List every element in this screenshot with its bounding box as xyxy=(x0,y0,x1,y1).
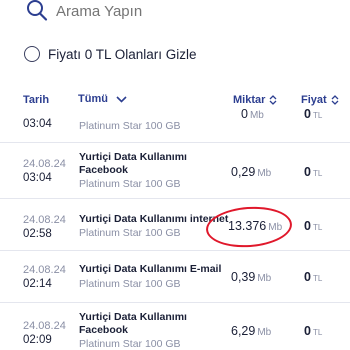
row-price-value: 0 xyxy=(304,270,311,284)
row-price-unit: TL xyxy=(312,274,323,283)
row-price: 0 TL xyxy=(304,270,322,284)
row-price-value: 0 xyxy=(304,165,311,179)
row-price: 0 TL xyxy=(304,324,322,338)
sort-icon xyxy=(331,95,339,105)
row-price-unit: TL xyxy=(312,111,323,120)
row-amount-unit: Mb xyxy=(249,110,264,121)
table-row[interactable]: 03:04 Platinum Star 100 GB 0 Mb 0 TL xyxy=(0,107,350,143)
row-subtitle: Platinum Star 100 GB xyxy=(79,278,181,290)
sort-icon xyxy=(269,95,277,105)
table-row[interactable]: 24.08.24 02:58 Yurtiçi Data Kullanımı in… xyxy=(0,199,350,251)
row-price-value: 0 xyxy=(304,219,311,233)
row-time: 02:09 xyxy=(23,334,52,346)
row-title: Yurtiçi Data Kullanımı Facebook xyxy=(79,151,187,176)
table-row[interactable]: 24.08.24 02:14 Yurtiçi Data Kullanımı E-… xyxy=(0,251,350,303)
row-date: 24.08.24 xyxy=(23,264,66,276)
hide-free-checkbox[interactable] xyxy=(24,46,40,62)
search-icon[interactable] xyxy=(26,0,48,22)
row-amount-unit: Mb xyxy=(257,327,272,338)
row-subtitle: Platinum Star 100 GB xyxy=(79,338,181,350)
row-date: 24.08.24 xyxy=(23,320,66,332)
search-bar[interactable] xyxy=(0,0,350,26)
row-date: 24.08.24 xyxy=(23,214,66,226)
row-time: 02:14 xyxy=(23,278,52,290)
row-time: 02:58 xyxy=(23,228,52,240)
category-dropdown-label: Tümü xyxy=(78,93,108,105)
row-amount-unit: Mb xyxy=(257,273,272,284)
row-title: Yurtiçi Data Kullanımı E-mail xyxy=(79,263,222,275)
row-time: 03:04 xyxy=(23,172,52,184)
row-subtitle: Platinum Star 100 GB xyxy=(79,227,181,239)
column-header-price[interactable]: Fiyat xyxy=(301,94,339,106)
row-time: 03:04 xyxy=(23,118,52,130)
table-row[interactable]: 24.08.24 02:09 Yurtiçi Data Kullanımı Fa… xyxy=(0,303,350,350)
column-header-date[interactable]: Tarih xyxy=(23,94,49,106)
row-title: Yurtiçi Data Kullanımı Facebook xyxy=(79,311,187,336)
row-price-value: 0 xyxy=(304,107,311,121)
row-date: 24.08.24 xyxy=(23,158,66,170)
row-amount-unit: Mb xyxy=(257,168,272,179)
row-price-unit: TL xyxy=(312,169,323,178)
row-amount: 0,39 Mb xyxy=(231,270,271,284)
row-price: 0 TL xyxy=(304,165,322,179)
row-amount: 6,29 Mb xyxy=(231,324,271,338)
row-price: 0 TL xyxy=(304,219,322,233)
chevron-down-icon xyxy=(116,95,127,103)
table-row[interactable]: 24.08.24 03:04 Yurtiçi Data Kullanımı Fa… xyxy=(0,143,350,199)
search-input[interactable] xyxy=(56,3,316,20)
row-amount-value: 0,29 xyxy=(231,165,256,179)
row-price: 0 TL xyxy=(304,107,322,121)
row-subtitle: Platinum Star 100 GB xyxy=(79,120,181,132)
hide-free-filter[interactable]: Fiyatı 0 TL Olanları Gizle xyxy=(24,43,197,65)
column-header-amount[interactable]: Miktar xyxy=(233,94,277,106)
category-dropdown[interactable]: Tümü xyxy=(78,93,127,105)
hide-free-label: Fiyatı 0 TL Olanları Gizle xyxy=(48,46,197,62)
row-price-unit: TL xyxy=(312,223,323,232)
row-amount-value: 6,29 xyxy=(231,324,256,338)
row-price-unit: TL xyxy=(312,328,323,337)
table-header: Tarih Tümü Miktar Fiyat xyxy=(0,88,350,110)
row-subtitle: Platinum Star 100 GB xyxy=(79,178,181,190)
column-header-amount-label: Miktar xyxy=(233,94,266,106)
row-amount: 0,29 Mb xyxy=(231,165,271,179)
row-price-value: 0 xyxy=(304,324,311,338)
row-amount-value: 0 xyxy=(241,107,248,121)
row-amount-value: 0,39 xyxy=(231,270,256,284)
column-header-price-label: Fiyat xyxy=(301,94,327,106)
row-amount: 0 Mb xyxy=(241,107,264,121)
